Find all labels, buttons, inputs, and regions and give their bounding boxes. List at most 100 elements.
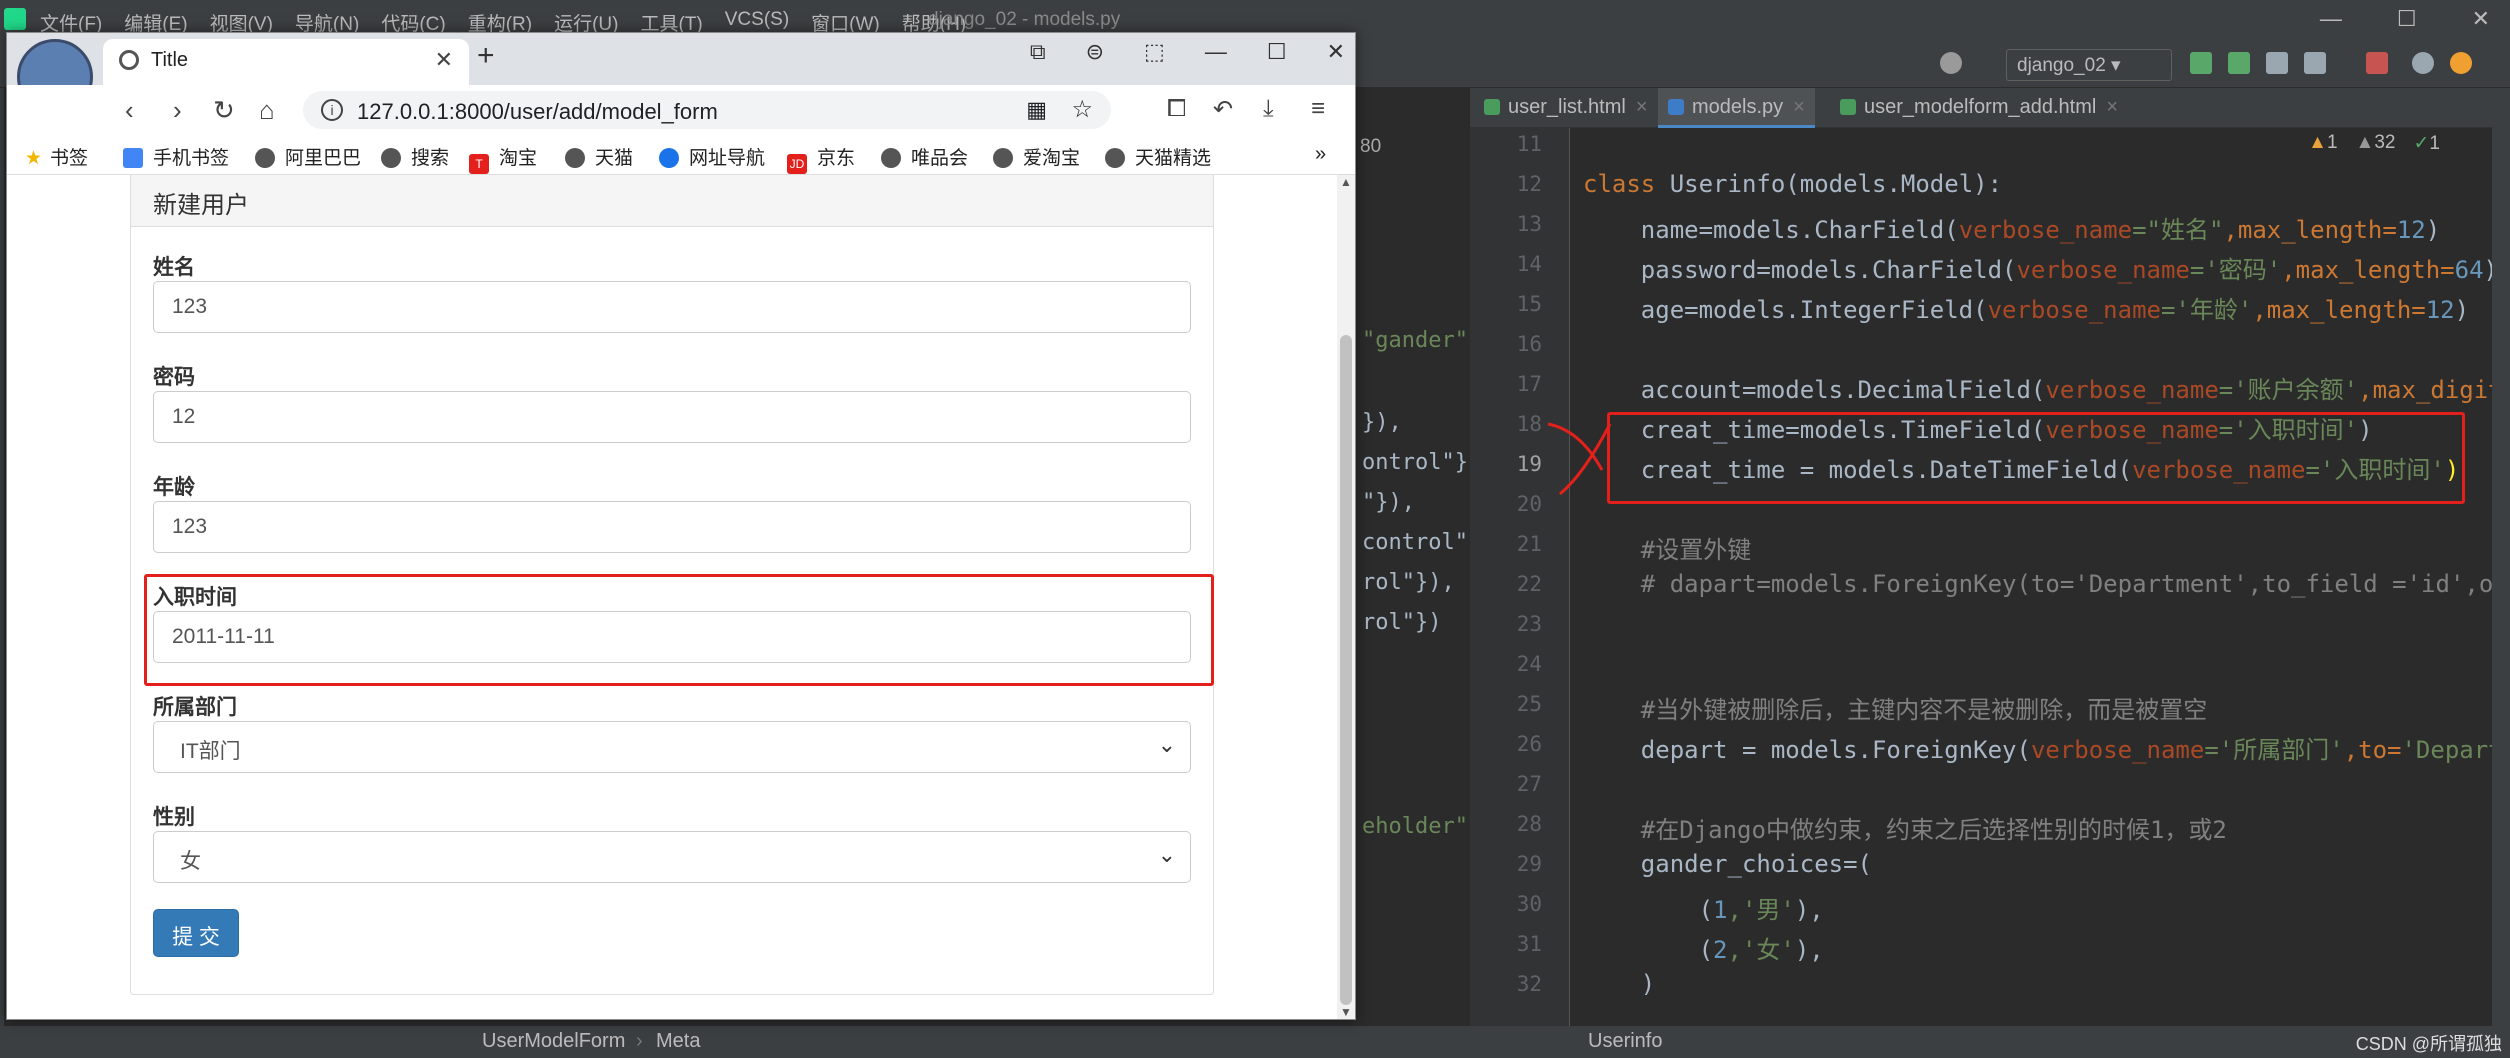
close-icon[interactable]: ✕ [2472,6,2490,32]
bookmark-item[interactable]: 手机书签 [123,143,229,170]
debug-icon[interactable] [2228,52,2250,74]
line-number: 19 [1516,452,1542,476]
coverage-icon[interactable] [2266,52,2288,74]
close-tab-icon[interactable]: ✕ [435,47,453,73]
run-config-select[interactable]: django_02 ▾ [2006,49,2172,81]
minimize-icon[interactable]: — [2320,6,2342,32]
line-number: 11 [1516,132,1542,156]
code-line-28: #在Django中做约束，约束之后选择性别的时候1，或2 [1583,816,2227,844]
code-line-12: class Userinfo(models.Model): [1583,170,2003,198]
bookmark-item[interactable]: 天猫 [565,143,633,170]
bookmark-item[interactable]: 天猫精选 [1105,143,1211,170]
editor-tabs: user_list.html × models.py × user_modelfor… [1470,88,2498,128]
rerun-icon[interactable] [2190,52,2212,74]
tab-models[interactable]: models.py × [1658,88,1815,128]
gender-select[interactable]: 女 ⌄ [153,831,1191,883]
line-number: 15 [1516,292,1542,316]
maximize-icon[interactable]: ☐ [1267,39,1287,65]
field-label-name: 姓名 [153,256,195,279]
breadcrumb-usermodelform[interactable]: UserModelForm [482,1030,625,1053]
menu-icon[interactable]: ≡ [1311,95,1325,123]
code-line-25: #当外键被删除后，主键内容不是被删除，而是被置空 [1583,696,2208,724]
department-select[interactable]: IT部门 ⌄ [153,721,1191,773]
age-input[interactable]: 123 [153,501,1191,553]
extensions-icon[interactable]: ⧠ [1167,95,1186,123]
download-icon[interactable]: ⤓ [1263,95,1274,123]
bookmark-item[interactable]: 搜索 [381,143,449,170]
close-tab-icon[interactable]: × [2106,96,2118,118]
page-content: 新建用户 姓名 123 密码 12 年龄 123 入职时间 2011-11-11… [7,175,1337,1019]
back-icon[interactable]: ‹ [125,95,134,126]
bookmark-item[interactable]: ★ 书签 [25,143,88,170]
code-line-21: #设置外键 [1583,536,1752,564]
collections-icon[interactable]: ⬚ [1144,39,1165,65]
url-text: 127.0.0.1:8000/user/add/model_form [357,99,718,124]
line-number: 28 [1516,812,1542,836]
breadcrumb-separator: › [636,1030,643,1052]
globe-icon [119,50,139,70]
submit-button[interactable]: 提 交 [153,909,239,957]
globe-icon [381,148,401,168]
stop-icon[interactable] [2366,52,2388,74]
bookmark-item[interactable]: 阿里巴巴 [255,143,361,170]
close-icon[interactable]: ✕ [1327,39,1345,65]
bookmark-item[interactable]: 唯品会 [881,143,968,170]
taobao-icon: T [469,154,489,174]
line-number: 29 [1516,852,1542,876]
close-tab-icon[interactable]: × [1636,96,1648,118]
code-editor[interactable]: class Userinfo(models.Model): name=model… [1575,128,2495,1028]
qr-code-icon[interactable]: ▦ [1026,97,1047,123]
update-icon[interactable] [2450,52,2472,74]
address-bar[interactable]: i 127.0.0.1:8000/user/add/model_form ▦ ☆ [303,91,1111,129]
bookmark-item[interactable]: T 淘宝 [469,143,537,174]
breadcrumb-userinfo[interactable]: Userinfo [1588,1030,1662,1053]
bookmarks-overflow-icon[interactable]: » [1315,143,1326,166]
navigation-icon [659,148,679,168]
bookmark-item[interactable]: 网址导航 [659,143,765,170]
ide-file-title: django_02 - models.py [928,9,1121,30]
globe-icon [565,148,585,168]
highlight-box-form [144,574,1214,686]
line-number: 31 [1516,932,1542,956]
scrollbar-thumb[interactable] [1340,335,1352,1005]
line-number: 25 [1516,692,1542,716]
field-label-gender: 性别 [153,806,195,829]
new-tab-icon[interactable]: + [477,39,495,73]
tab-count-icon[interactable]: ⧉ [1030,39,1046,65]
right-tool-stripe [2492,88,2510,1026]
user-icon[interactable] [1940,52,1962,74]
browser-window: Title ✕ + ⧉ ⊜ ⬚ — ☐ ✕ ‹ › ↻ ⌂ i 127.0.0.… [6,32,1356,1020]
tab-user-list[interactable]: user_list.html × [1484,88,1648,128]
minimize-icon[interactable]: — [1205,39,1227,65]
page-scrollbar[interactable]: ▲ ▼ [1337,175,1355,1019]
phone-icon [123,148,143,168]
browser-tab[interactable]: Title ✕ [103,39,469,85]
search-icon[interactable] [2412,52,2434,74]
bookmark-item[interactable]: 爱淘宝 [993,143,1080,170]
scroll-down-icon[interactable]: ▼ [1340,1005,1352,1019]
panel-heading: 新建用户 [131,175,1213,227]
reload-icon[interactable]: ↻ [213,95,235,126]
close-tab-icon[interactable]: × [1793,96,1805,118]
maximize-icon[interactable]: ☐ [2397,6,2417,32]
forward-icon[interactable]: › [173,95,182,126]
secondary-editor-badge: 80 [1360,136,1382,157]
globe-icon [255,148,275,168]
reading-icon[interactable]: ⊜ [1086,39,1104,65]
bookmark-item[interactable]: JD 京东 [787,143,855,174]
scroll-up-icon[interactable]: ▲ [1340,175,1352,189]
line-number: 12 [1516,172,1542,196]
tab-user-modelform-add[interactable]: user_modelform_add.html × [1840,88,2118,128]
html-file-icon [1484,99,1500,115]
undo-icon[interactable]: ↶ [1213,95,1233,124]
home-icon[interactable]: ⌂ [259,95,275,126]
profile-icon[interactable] [2304,52,2326,74]
name-input[interactable]: 123 [153,281,1191,333]
password-input[interactable]: 12 [153,391,1191,443]
code-line-29: gander_choices=( [1583,850,1872,878]
left-tool-stripe [0,88,4,1058]
breadcrumb-meta[interactable]: Meta [656,1030,700,1053]
field-label-age: 年龄 [153,476,195,499]
site-info-icon[interactable]: i [321,99,343,121]
star-icon[interactable]: ☆ [1071,95,1093,124]
